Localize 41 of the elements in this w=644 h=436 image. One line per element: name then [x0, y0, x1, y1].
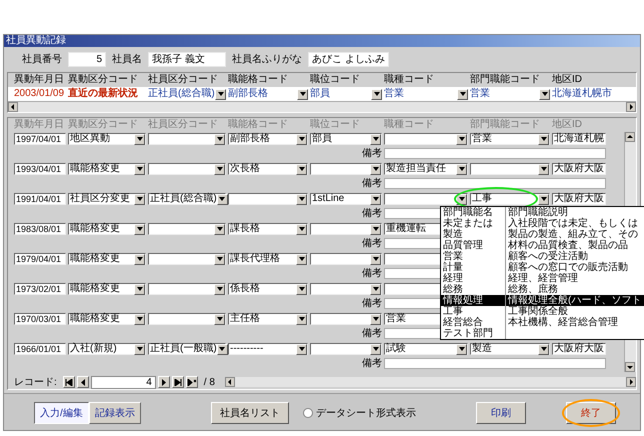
- column-header: 職能格コード: [228, 119, 289, 131]
- table-cell: 2003/01/09: [14, 88, 64, 100]
- column-header: 地区ID: [552, 119, 583, 131]
- column-header: 異動区分コード: [68, 119, 139, 131]
- column-header: 職種コード: [384, 74, 435, 86]
- remarks-label: 備考: [362, 268, 382, 278]
- table-cell: 営業: [470, 88, 490, 100]
- column-header: 職能格コード: [228, 74, 289, 86]
- remarks-label: 備考: [362, 238, 382, 248]
- table-cell: 正社員(総合職): [148, 88, 215, 100]
- table-cell: 部員: [310, 88, 330, 100]
- column-header: 部門職能コード: [470, 119, 541, 131]
- remarks-label: 備考: [362, 298, 382, 308]
- remarks-label: 備考: [362, 178, 382, 188]
- radio-label: データシート形式表示: [316, 406, 416, 420]
- remarks-label: 備考: [362, 328, 382, 338]
- column-header: 職種コード: [384, 119, 435, 131]
- table-cell: 営業: [384, 88, 404, 100]
- column-header: 地区ID: [552, 74, 583, 86]
- column-header: 部門職能名: [441, 207, 506, 218]
- table-cell: 副部長格: [228, 88, 268, 100]
- field-label: 社員名: [112, 53, 142, 66]
- table-cell: 北海道札幌市: [552, 88, 612, 100]
- window-title: 社員異動記録: [6, 35, 66, 47]
- column-header: 異動年月日: [14, 74, 65, 86]
- remarks-label: 備考: [362, 358, 382, 368]
- field-label: 社員名ふりがな: [232, 53, 302, 66]
- column-header: 社員区分コード: [148, 119, 219, 131]
- record-label: レコード:: [14, 376, 57, 389]
- record-count: / 8: [204, 376, 215, 388]
- table-cell: 直近の最新状況: [68, 88, 138, 100]
- column-header: 職位コード: [310, 74, 361, 86]
- column-header: 職位コード: [310, 119, 361, 131]
- remarks-label: 備考: [362, 148, 382, 158]
- column-header: 部門職能説明: [507, 207, 568, 218]
- field-label: 社員番号: [22, 53, 62, 66]
- column-header: 部門職能コード: [470, 74, 541, 86]
- column-header: 異動区分コード: [68, 74, 139, 86]
- column-header: 社員区分コード: [148, 74, 219, 86]
- remarks-label: 備考: [362, 208, 382, 218]
- column-header: 異動年月日: [14, 119, 65, 131]
